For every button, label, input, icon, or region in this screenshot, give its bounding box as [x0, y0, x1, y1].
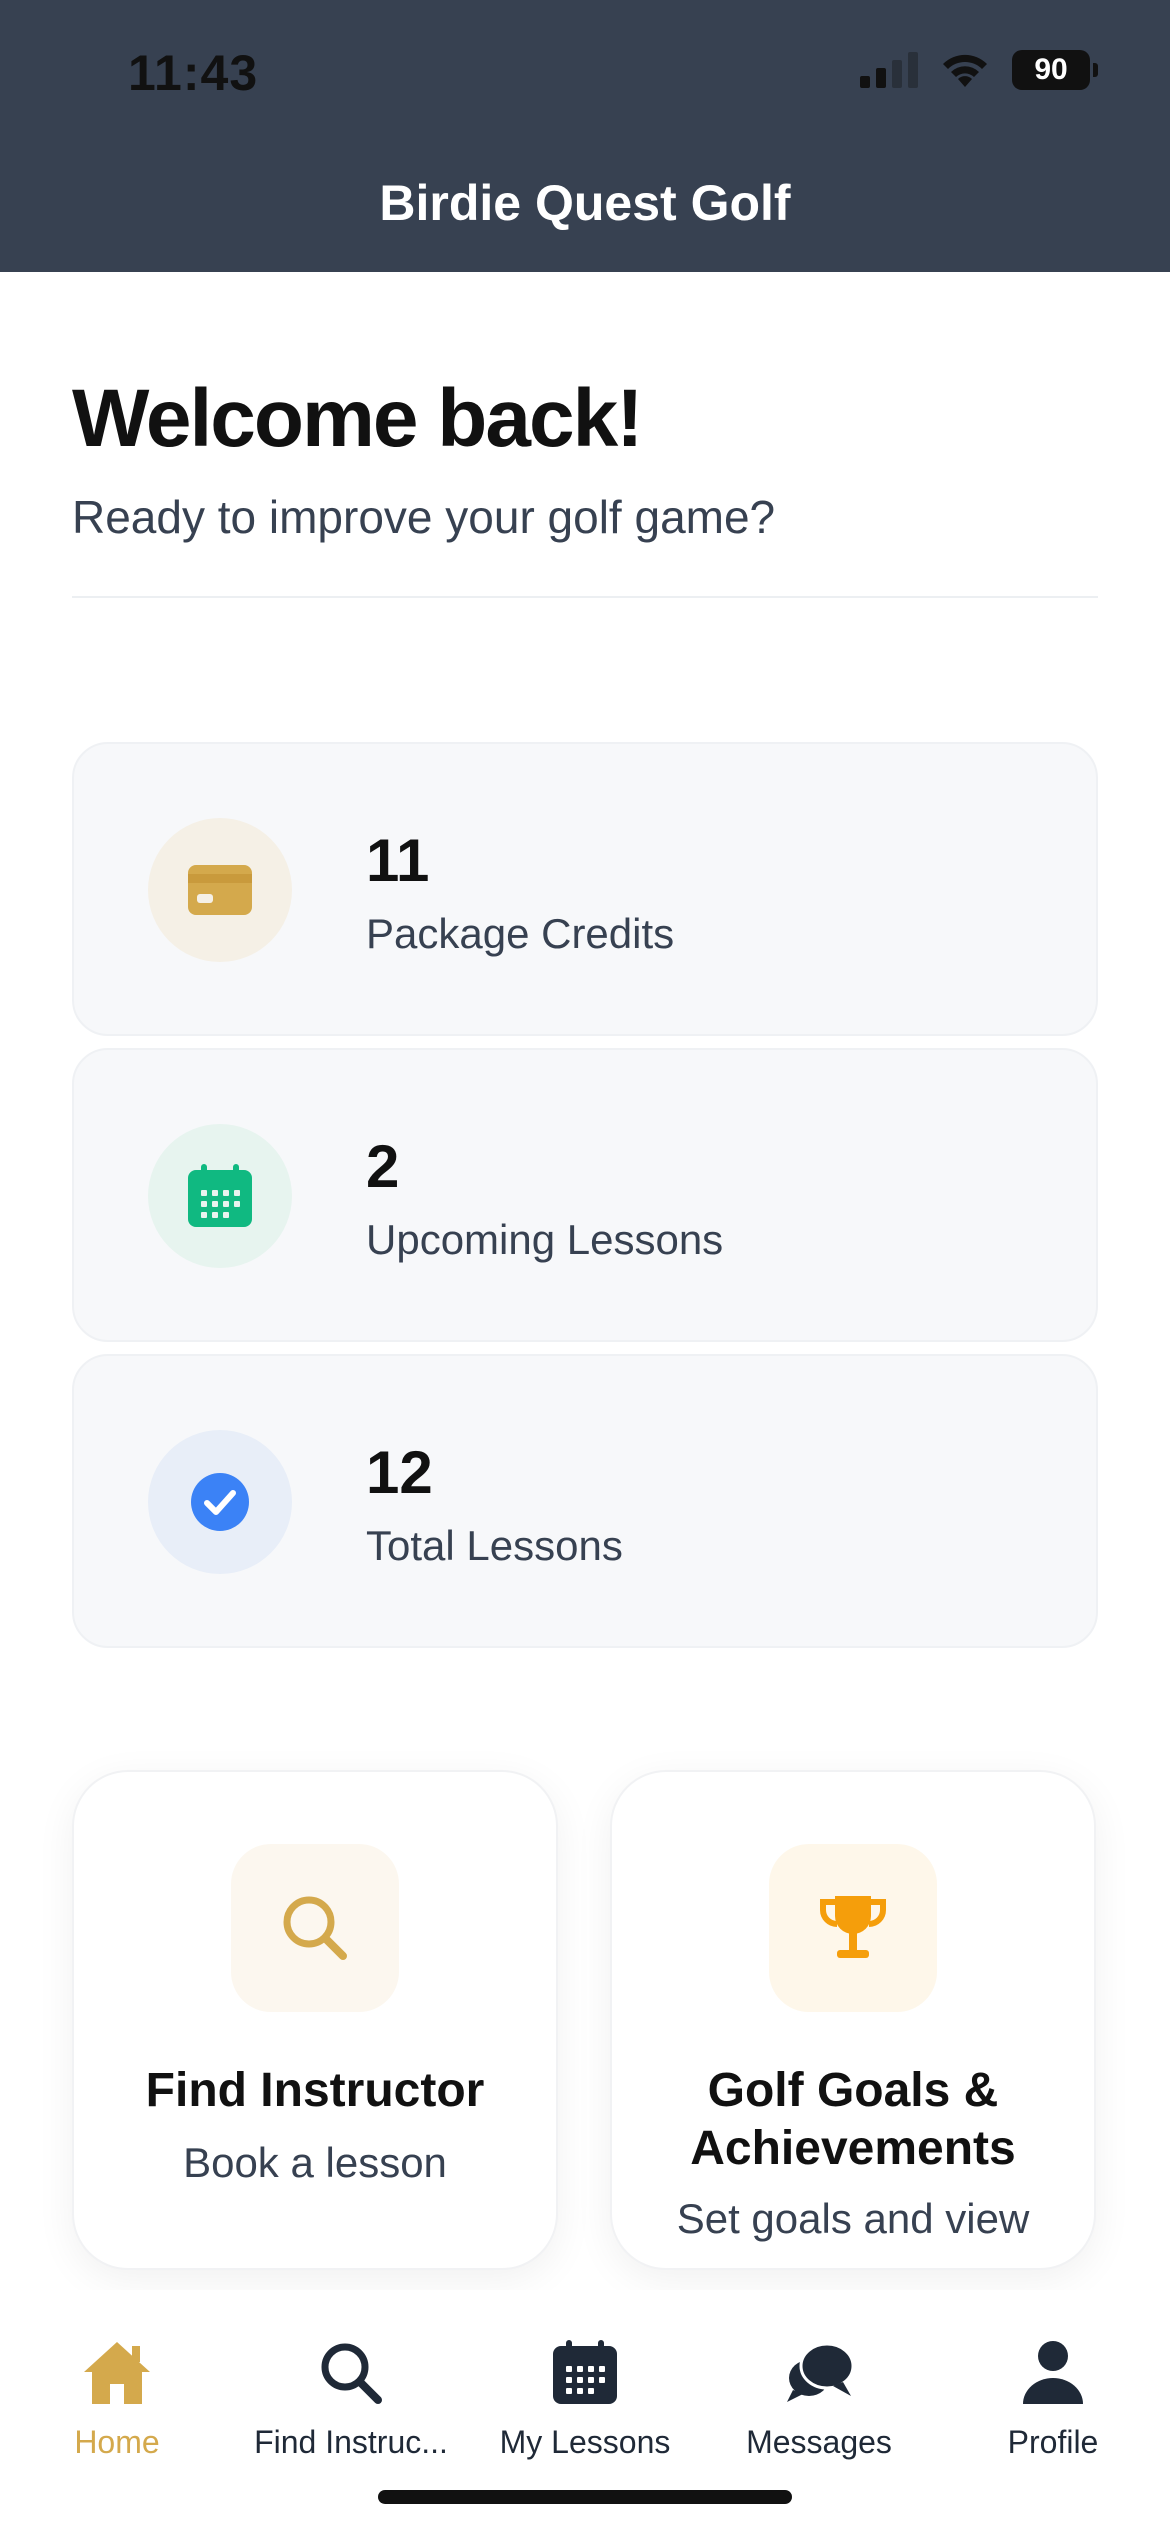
calendar-icon: [148, 1124, 292, 1268]
status-time: 11:43: [128, 45, 259, 101]
tab-find-instructor[interactable]: Find Instruc...: [234, 2334, 468, 2461]
golf-goals-card[interactable]: Golf Goals & Achievements Set goals and …: [610, 1770, 1096, 2270]
tab-messages[interactable]: Messages: [702, 2334, 936, 2461]
stat-label: Package Credits: [366, 910, 675, 957]
home-indicator[interactable]: [378, 2490, 792, 2504]
cellular-signal-icon: [860, 52, 918, 88]
stat-value: 12: [366, 1439, 433, 1506]
tab-home[interactable]: Home: [0, 2334, 234, 2461]
action-title: Find Instructor: [145, 2064, 485, 2117]
credit-card-icon: [148, 818, 292, 962]
home-screen: 11:43 90 Birdie Quest Golf Welcome back!…: [0, 0, 1170, 2532]
tab-label: Messages: [746, 2424, 892, 2460]
action-title: Golf Goals & Achievements: [690, 2064, 1016, 2175]
person-icon: [1021, 2334, 1085, 2412]
stat-card-package-credits[interactable]: 11 Package Credits: [72, 742, 1098, 1036]
tab-my-lessons[interactable]: My Lessons: [468, 2334, 702, 2461]
tab-label: Find Instruc...: [254, 2424, 448, 2460]
tab-label: My Lessons: [499, 2424, 671, 2460]
search-icon: [231, 1844, 399, 2012]
battery-icon: 90: [1012, 50, 1098, 90]
tab-label: Profile: [1007, 2424, 1099, 2460]
status-indicators: 90: [860, 50, 1098, 90]
calendar-icon: [552, 2334, 618, 2412]
wifi-icon: [943, 54, 987, 87]
find-instructor-card[interactable]: Find Instructor Book a lesson: [72, 1770, 558, 2270]
stat-label: Total Lessons: [366, 1522, 623, 1569]
stat-label: Upcoming Lessons: [366, 1216, 724, 1263]
chat-bubbles-icon: [783, 2334, 855, 2412]
stat-card-upcoming-lessons[interactable]: 2 Upcoming Lessons: [72, 1048, 1098, 1342]
battery-level: 90: [1034, 53, 1068, 86]
stat-value: 11: [366, 827, 430, 894]
home-icon: [82, 2334, 152, 2412]
stat-value: 2: [366, 1133, 400, 1200]
tab-profile[interactable]: Profile: [936, 2334, 1170, 2461]
stat-card-total-lessons[interactable]: 12 Total Lessons: [72, 1354, 1098, 1648]
app-title: Birdie Quest Golf: [379, 175, 791, 231]
tab-label: Home: [74, 2424, 160, 2460]
divider: [72, 596, 1098, 598]
app-header: 11:43 90 Birdie Quest Golf: [0, 0, 1170, 272]
action-subtitle: Set goals and view: [676, 2195, 1030, 2242]
trophy-icon: [769, 1844, 937, 2012]
search-icon: [318, 2334, 384, 2412]
check-circle-icon: [148, 1430, 292, 1574]
welcome-title: Welcome back!: [72, 373, 644, 464]
welcome-subtitle: Ready to improve your golf game?: [72, 491, 776, 543]
action-subtitle: Book a lesson: [183, 2139, 447, 2186]
